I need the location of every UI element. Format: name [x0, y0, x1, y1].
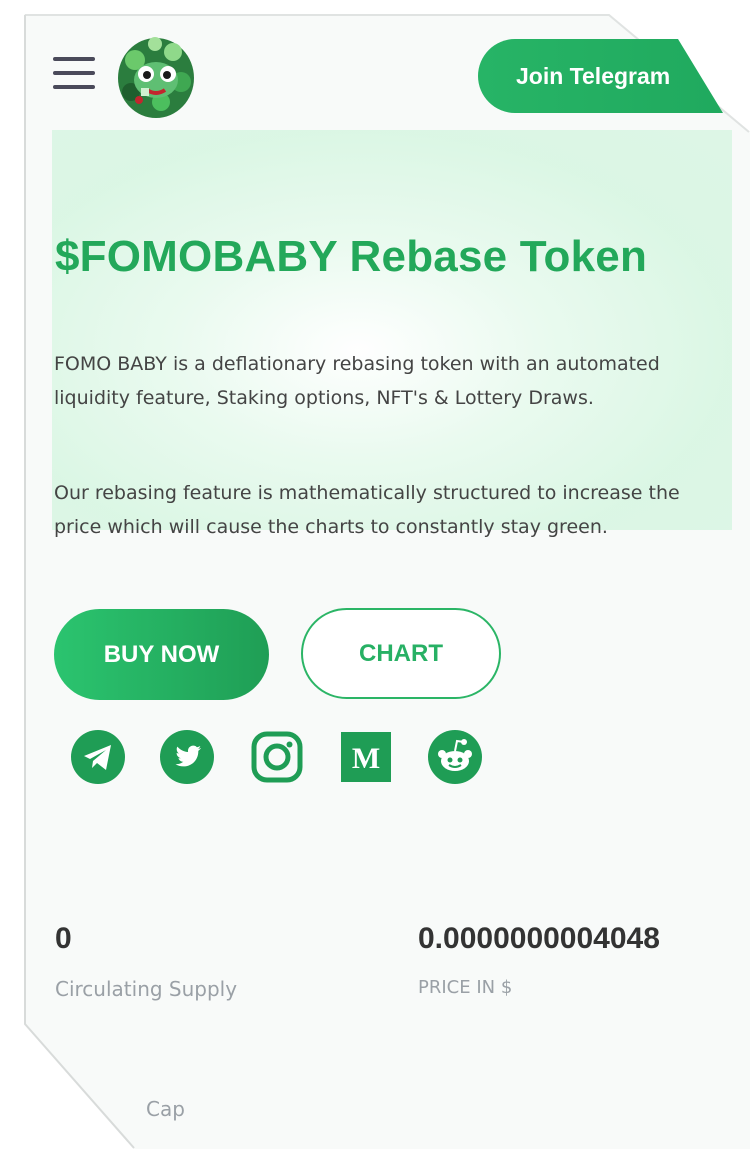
circulating-supply-label: Circulating Supply	[55, 977, 238, 1001]
screenshot-stage: Join Telegram $FOMOBABY Rebase Token FOM…	[0, 0, 750, 1149]
chart-button[interactable]: CHART	[301, 608, 501, 699]
twitter-icon[interactable]	[160, 730, 214, 784]
hero-description-2: Our rebasing feature is mathematically s…	[54, 482, 680, 538]
telegram-icon[interactable]	[71, 730, 125, 784]
price-label: PRICE IN $	[418, 977, 513, 998]
circulating-supply-value: 0	[55, 922, 72, 955]
hamburger-menu-icon[interactable]	[53, 55, 95, 91]
medium-icon[interactable]: M	[339, 730, 393, 784]
hero-title: $FOMOBABY Rebase Token	[55, 232, 648, 281]
instagram-icon[interactable]	[250, 730, 304, 784]
hero-description-1: FOMO BABY is a deflationary rebasing tok…	[54, 353, 660, 409]
reddit-icon[interactable]	[428, 730, 482, 784]
hero-background	[52, 130, 732, 530]
market-cap-label: Cap	[146, 1097, 185, 1121]
svg-text:M: M	[352, 742, 380, 775]
fomobaby-logo[interactable]	[111, 30, 201, 120]
price-value: 0.0000000004048	[418, 922, 660, 955]
buy-now-button[interactable]: BUY NOW	[54, 609, 269, 700]
join-telegram-button[interactable]: Join Telegram	[478, 39, 723, 113]
